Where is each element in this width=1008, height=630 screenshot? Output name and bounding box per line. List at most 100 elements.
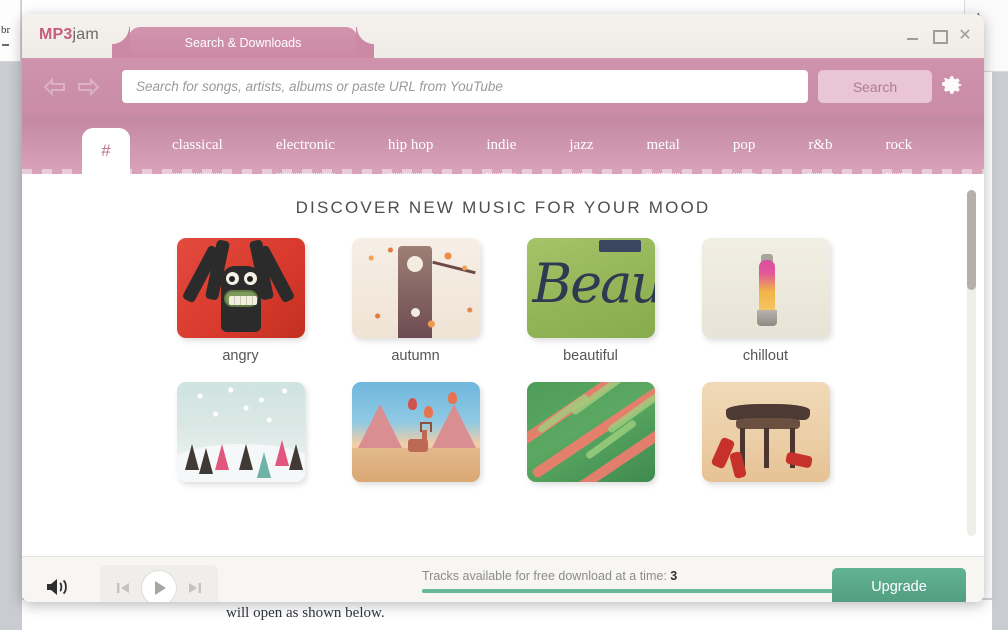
app-logo: MP3jam	[39, 26, 99, 44]
genre-tab-bar: # classical electronic hip hop indie jazz meta…	[22, 116, 984, 174]
background-left-strip	[0, 0, 22, 630]
art-shape	[214, 444, 229, 470]
title-bar: MP3jam History Search & Downloads ✕	[22, 14, 984, 58]
background-right-strip	[992, 72, 1008, 630]
mood-cell	[153, 382, 328, 482]
art-shape: Beautif	[532, 252, 655, 315]
art-shape	[225, 272, 239, 285]
close-button[interactable]: ✕	[958, 27, 972, 43]
scrollbar-track[interactable]	[967, 190, 976, 536]
play-button[interactable]	[141, 570, 177, 602]
tracks-available-count: 3	[670, 569, 678, 583]
page-title: DISCOVER NEW MUSIC FOR YOUR MOOD	[295, 198, 711, 217]
transport-controls	[100, 565, 218, 602]
tracks-progress-fill	[422, 589, 842, 593]
tab-history-label: History	[409, 35, 449, 50]
tab-search-and-downloads[interactable]: Search & Downloads	[112, 27, 374, 58]
mood-thumbnail-deer[interactable]	[351, 382, 480, 482]
genre-tab-label: electronic	[275, 137, 335, 153]
genre-tab-label: jazz	[569, 137, 594, 153]
art-shape	[756, 310, 777, 326]
art-shape	[228, 296, 257, 305]
genre-tab-label: r&b	[808, 137, 833, 153]
content-area: DISCOVER NEW MUSIC FOR YOUR MOOD angry a…	[22, 174, 984, 556]
art-shape	[274, 440, 289, 466]
search-input[interactable]	[122, 70, 808, 103]
next-track-icon[interactable]	[187, 580, 203, 596]
forward-arrow-icon[interactable]	[75, 76, 101, 98]
mp3jam-window: MP3jam History Search & Downloads ✕ Sear…	[22, 14, 984, 602]
art-shape	[243, 272, 257, 285]
art-shape	[223, 290, 258, 307]
genre-tab-label: #	[101, 141, 111, 160]
mood-label: autumn	[391, 348, 440, 364]
volume-icon[interactable]	[44, 575, 72, 599]
gear-glyph	[942, 76, 962, 94]
art-shape	[288, 444, 303, 470]
forward-arrow-glyph	[78, 77, 100, 97]
search-button[interactable]: Search	[818, 70, 932, 103]
art-shape	[407, 398, 417, 410]
mood-thumbnail-winter[interactable]	[176, 382, 305, 482]
player-bar: Tracks available for free download at a …	[22, 556, 984, 602]
next-track-glyph	[189, 583, 201, 593]
tab-search-label: Search & Downloads	[184, 35, 302, 50]
back-arrow-icon[interactable]	[42, 76, 68, 98]
previous-track-icon[interactable]	[115, 580, 131, 596]
maximize-button[interactable]	[932, 28, 948, 44]
background-left-text: br	[1, 24, 11, 36]
mood-thumbnail-green[interactable]	[526, 382, 655, 482]
minimize-button[interactable]	[906, 28, 920, 42]
mood-cell: angry	[153, 238, 328, 364]
art-shape	[598, 240, 641, 252]
art-shape	[421, 430, 427, 444]
genre-tab-label: indie	[486, 137, 517, 153]
app-logo-jam: jam	[72, 26, 99, 43]
genre-tab-label: rock	[885, 137, 913, 153]
art-shape	[256, 452, 271, 478]
mood-cell	[678, 382, 853, 482]
background-bottom-text: will open as shown below.	[226, 605, 385, 621]
art-shape	[758, 260, 775, 312]
genre-tab-label: metal	[646, 137, 680, 153]
mood-cell: Beautif beautiful	[503, 238, 678, 364]
art-shape	[447, 392, 457, 404]
mood-thumbnail-chillout[interactable]	[701, 238, 830, 338]
mood-thumbnail-autumn[interactable]	[351, 238, 480, 338]
art-shape	[351, 238, 480, 338]
art-shape	[763, 428, 769, 468]
search-bar: Search	[22, 58, 984, 116]
mood-thumbnail-angry[interactable]	[176, 238, 305, 338]
previous-track-glyph	[117, 583, 129, 593]
art-shape	[536, 393, 589, 434]
mood-thumbnail-pagoda[interactable]	[701, 382, 830, 482]
art-shape	[419, 422, 432, 432]
back-arrow-glyph	[43, 77, 65, 97]
genre-tab-label: pop	[732, 137, 756, 153]
mood-cell: chillout	[678, 238, 853, 364]
art-shape	[184, 444, 199, 470]
mood-label: angry	[222, 348, 259, 364]
tracks-progress-track	[422, 589, 842, 593]
mood-thumbnail-beautiful[interactable]: Beautif	[526, 238, 655, 338]
genre-tab-hash[interactable]: #	[82, 128, 130, 174]
upgrade-button[interactable]: Upgrade	[832, 568, 966, 602]
mood-cell: autumn	[328, 238, 503, 364]
genre-tab-list: # classical electronic hip hop indie jazz meta…	[22, 116, 984, 174]
art-shape	[198, 448, 213, 474]
scrollbar-thumb[interactable]	[967, 190, 976, 290]
mood-label: chillout	[742, 348, 789, 364]
window-controls: ✕	[906, 27, 972, 44]
app-logo-mp3: MP3	[39, 26, 73, 43]
art-shape	[351, 448, 480, 482]
gear-icon[interactable]	[941, 74, 965, 98]
mood-cell	[503, 382, 678, 482]
genre-tab-label: hip hop	[387, 137, 434, 153]
art-shape	[423, 406, 433, 418]
tracks-available-text: Tracks available for free download at a …	[422, 569, 667, 583]
mood-grid: angry autumn Beautif beautiful chillout	[153, 238, 853, 482]
tracks-available-label: Tracks available for free download at a …	[422, 569, 677, 583]
genre-tab-label: classical	[172, 137, 223, 153]
background-left-dash	[2, 44, 9, 46]
art-shape	[238, 444, 253, 470]
